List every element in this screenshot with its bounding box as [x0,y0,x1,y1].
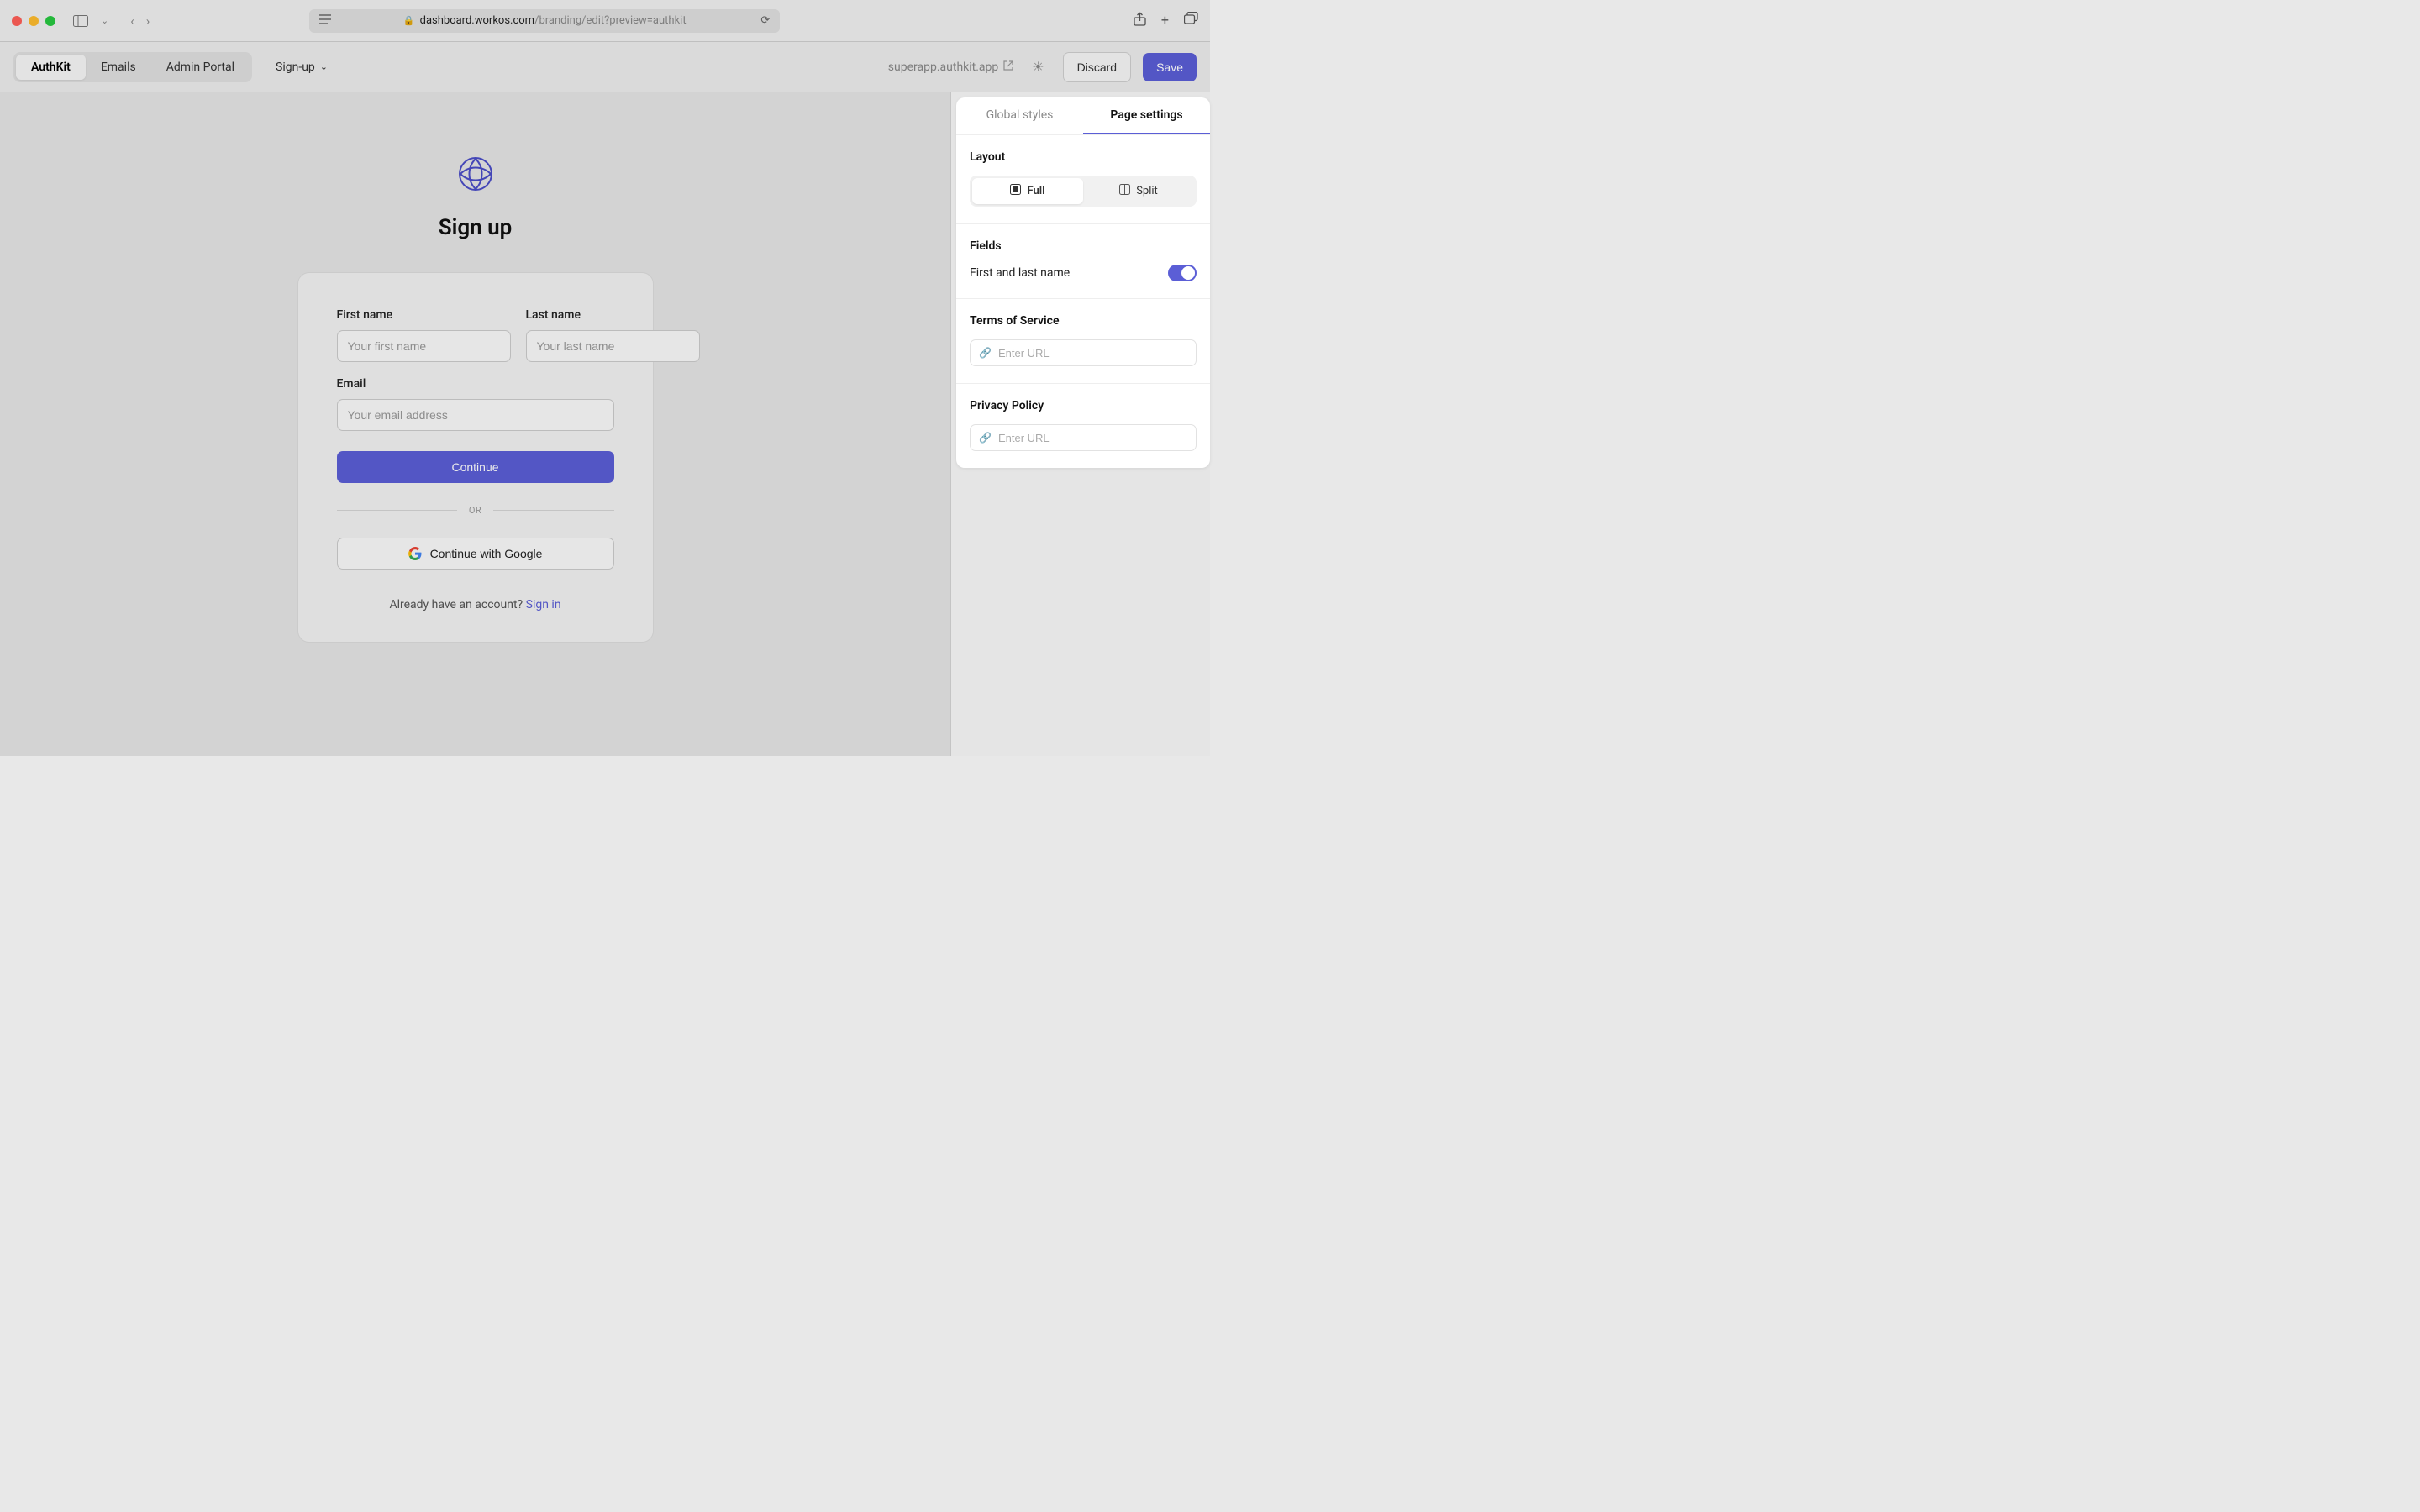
privacy-section: Privacy Policy 🔗 [956,384,1210,468]
email-input[interactable] [337,399,614,431]
back-button[interactable]: ‹ [130,13,134,29]
discard-button[interactable]: Discard [1063,52,1131,82]
page-select[interactable]: Sign-up ⌄ [264,55,339,80]
layout-title: Layout [970,150,1197,164]
email-label: Email [337,377,614,391]
maximize-window-button[interactable] [45,16,55,26]
privacy-url-field[interactable]: 🔗 [970,424,1197,451]
layout-full-icon [1010,184,1021,198]
tos-url-field[interactable]: 🔗 [970,339,1197,366]
signup-card: First name Last name Email Continue OR [297,272,654,643]
tab-emails[interactable]: Emails [86,55,151,80]
tab-admin-portal[interactable]: Admin Portal [151,55,250,80]
tab-page-settings[interactable]: Page settings [1083,97,1210,134]
first-last-name-label: First and last name [970,266,1070,280]
settings-tabs: Global styles Page settings [956,97,1210,135]
url-bar[interactable]: 🔒dashboard.workos.com/branding/edit?prev… [309,9,780,33]
first-last-name-toggle-row: First and last name [970,265,1197,281]
continue-button[interactable]: Continue [337,451,614,483]
refresh-icon[interactable]: ⟳ [760,14,770,27]
tos-url-input[interactable] [998,347,1187,360]
close-window-button[interactable] [12,16,22,26]
app-header: AuthKit Emails Admin Portal Sign-up ⌄ su… [0,42,1210,92]
privacy-url-input[interactable] [998,432,1187,444]
layout-segmented: Full Split [970,176,1197,207]
privacy-title: Privacy Policy [970,399,1197,412]
lock-icon: 🔒 [403,15,415,26]
google-signin-button[interactable]: Continue with Google [337,538,614,570]
brand-logo [458,156,493,192]
layout-section: Layout Full Split [956,135,1210,224]
url-text: 🔒dashboard.workos.com/branding/edit?prev… [319,14,770,27]
google-icon [408,547,422,560]
page-select-label: Sign-up [276,60,315,74]
signup-title: Sign up [439,215,513,240]
tab-authkit[interactable]: AuthKit [16,55,86,80]
last-name-input[interactable] [526,330,700,362]
fields-title: Fields [970,239,1197,253]
chrome-right-icons: + [1134,12,1198,29]
already-have-account: Already have an account? Sign in [337,598,614,612]
signin-link[interactable]: Sign in [526,598,561,612]
google-button-label: Continue with Google [430,547,543,560]
minimize-window-button[interactable] [29,16,39,26]
new-tab-icon[interactable]: + [1161,12,1169,29]
traffic-lights [12,16,55,26]
fields-section: Fields First and last name [956,224,1210,299]
share-icon[interactable] [1134,12,1146,29]
tabs-icon[interactable] [1184,12,1198,29]
tab-global-styles[interactable]: Global styles [956,97,1083,134]
tos-title: Terms of Service [970,314,1197,328]
theme-toggle-icon[interactable]: ☀︎ [1032,59,1044,75]
sidebar-toggle-icon[interactable] [72,14,89,28]
chevron-down-icon[interactable]: ⌄ [101,15,108,26]
forward-button[interactable]: › [146,13,150,29]
or-text: OR [469,505,481,516]
first-last-name-toggle[interactable] [1168,265,1197,281]
layout-split-icon [1119,184,1130,198]
chevron-down-icon: ⌄ [320,61,328,72]
browser-chrome: ⌄ ‹ › 🔒dashboard.workos.com/branding/edi… [0,0,1210,42]
layout-option-full[interactable]: Full [972,178,1083,204]
last-name-label: Last name [526,308,700,322]
preview-domain: superapp.authkit.app [888,60,998,74]
nav-arrows: ‹ › [130,13,150,29]
link-icon: 🔗 [979,347,992,359]
settings-panel: Global styles Page settings Layout Full [951,92,1210,756]
section-tabs: AuthKit Emails Admin Portal [13,52,252,82]
layout-option-split[interactable]: Split [1083,178,1194,204]
link-icon: 🔗 [979,432,992,444]
tos-section: Terms of Service 🔗 [956,299,1210,384]
first-name-label: First name [337,308,511,322]
first-name-input[interactable] [337,330,511,362]
preview-pane: Sign up First name Last name Email [0,92,951,756]
external-link-icon [1003,60,1013,74]
save-button[interactable]: Save [1143,53,1197,81]
preview-link[interactable]: superapp.authkit.app [888,60,1013,74]
reader-icon[interactable] [319,14,331,28]
or-divider: OR [337,505,614,516]
